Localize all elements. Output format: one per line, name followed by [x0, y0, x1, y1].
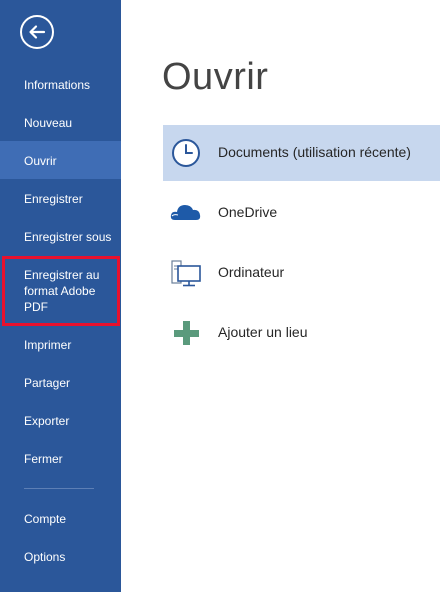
highlight-box [2, 256, 120, 326]
nav-item-exporter[interactable]: Exporter [0, 413, 121, 429]
location-label: Ajouter un lieu [218, 324, 308, 340]
nav-item-label: Partager [24, 376, 71, 390]
nav-item-label: Exporter [24, 414, 70, 428]
nav-item-label: Fermer [24, 452, 63, 466]
nav-item-options[interactable]: Options [0, 549, 121, 565]
nav-item-label: Options [24, 550, 66, 564]
nav-item-label: Nouveau [24, 116, 73, 130]
location-recent-documents[interactable]: Documents (utilisation récente) [163, 125, 440, 181]
backstage-sidebar: Informations Nouveau Ouvrir Enregistrer … [0, 0, 121, 592]
nav-item-ouvrir[interactable]: Ouvrir [0, 141, 121, 179]
nav-item-partager[interactable]: Partager [0, 375, 121, 391]
nav-item-enregistrer-sous[interactable]: Enregistrer sous [0, 229, 121, 245]
nav-item-label: Enregistrer [24, 192, 83, 206]
location-add-place[interactable]: Ajouter un lieu [163, 305, 440, 361]
location-onedrive[interactable]: OneDrive [163, 185, 440, 241]
nav-item-label: Enregistrer sous [24, 230, 112, 244]
location-label: Ordinateur [218, 264, 285, 280]
nav-item-label: Imprimer [24, 338, 72, 352]
nav-item-fermer[interactable]: Fermer [0, 451, 121, 467]
nav-item-label: Informations [24, 78, 91, 92]
page-title: Ouvrir [162, 56, 269, 98]
nav-item-nouveau[interactable]: Nouveau [0, 115, 121, 131]
plus-icon [174, 321, 199, 345]
nav-item-imprimer[interactable]: Imprimer [0, 337, 121, 353]
cloud-icon [170, 205, 201, 220]
computer-icon [171, 260, 201, 287]
location-label: Documents (utilisation récente) [218, 144, 411, 160]
nav-item-compte[interactable]: Compte [0, 511, 121, 527]
nav-item-label: Compte [24, 512, 67, 526]
arrow-left-icon [29, 25, 46, 39]
nav-item-informations[interactable]: Informations [0, 77, 121, 93]
location-computer[interactable]: Ordinateur [163, 245, 440, 301]
nav-separator [24, 488, 94, 489]
clock-icon [172, 139, 200, 167]
nav-item-label: Ouvrir [24, 154, 57, 168]
back-button[interactable] [20, 15, 54, 49]
nav-item-enregistrer[interactable]: Enregistrer [0, 191, 121, 207]
location-label: OneDrive [218, 204, 278, 220]
